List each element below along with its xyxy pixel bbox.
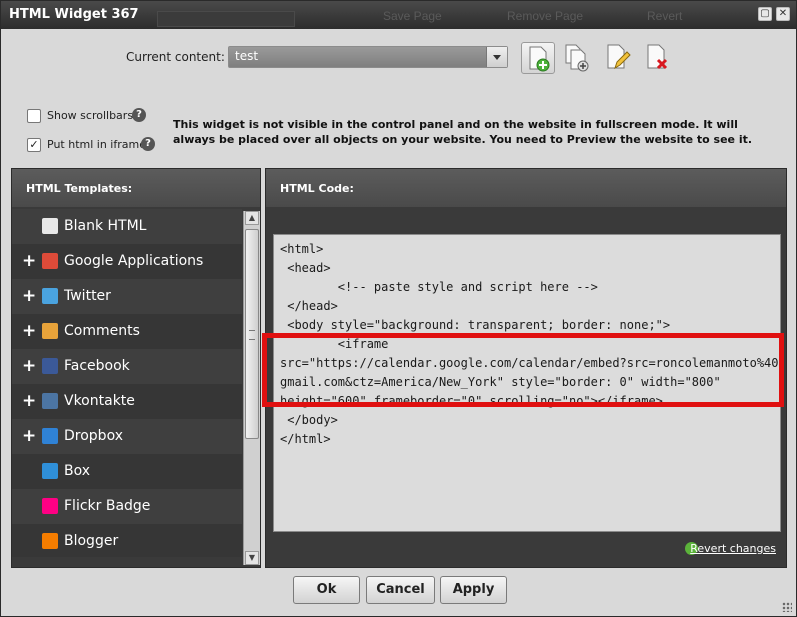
- edit-page-button[interactable]: [601, 42, 635, 74]
- box-icon: [42, 463, 58, 479]
- template-item[interactable]: Flickr Badge: [12, 489, 242, 524]
- highlight-box: [262, 333, 784, 407]
- current-content-select[interactable]: test: [228, 46, 508, 68]
- code-header-title: HTML Code:: [280, 182, 354, 195]
- template-name: Twitter: [64, 288, 111, 304]
- scrollbar-thumb[interactable]: [245, 229, 259, 439]
- twitter-icon: [42, 288, 58, 304]
- template-item[interactable]: Box: [12, 454, 242, 489]
- expand-icon[interactable]: +: [22, 286, 36, 306]
- templates-scrollbar[interactable]: ▲ ▼: [243, 211, 260, 565]
- background-revert-label: Revert: [647, 9, 683, 23]
- templates-header: HTML Templates:: [12, 169, 260, 207]
- comments-icon: [42, 323, 58, 339]
- duplicate-page-icon: [565, 44, 589, 72]
- delete-page-button[interactable]: [641, 42, 675, 74]
- google-icon: [42, 253, 58, 269]
- resize-grip-icon[interactable]: [782, 602, 792, 612]
- add-page-icon: [529, 46, 550, 72]
- revert-changes-link[interactable]: Revert changes: [690, 542, 776, 555]
- html-file-icon: [42, 218, 58, 234]
- close-button[interactable]: ✕: [776, 7, 790, 21]
- template-name: Dropbox: [64, 428, 123, 444]
- put-html-in-iframe-label: Put html in iframe: [47, 138, 146, 151]
- template-name: Blogger: [64, 533, 119, 549]
- dropbox-icon: [42, 428, 58, 444]
- help-icon[interactable]: ?: [132, 108, 146, 122]
- template-name: Box: [64, 463, 91, 479]
- template-name: Facebook: [64, 358, 130, 374]
- background-save-page-label: Save Page: [383, 9, 442, 23]
- blogger-icon: [42, 533, 58, 549]
- dialog-title: HTML Widget 367: [9, 7, 139, 22]
- add-page-button[interactable]: [521, 42, 555, 74]
- template-item[interactable]: + Comments: [12, 314, 242, 349]
- expand-icon[interactable]: +: [22, 391, 36, 411]
- templates-header-title: HTML Templates:: [26, 182, 133, 195]
- scroll-up-icon[interactable]: ▲: [245, 211, 259, 225]
- flickr-icon: [42, 498, 58, 514]
- delete-page-icon: [647, 44, 668, 70]
- expand-icon[interactable]: +: [22, 426, 36, 446]
- show-scrollbars-checkbox[interactable]: [27, 109, 41, 123]
- show-scrollbars-label: Show scrollbars: [47, 109, 134, 122]
- current-content-label: Current content:: [126, 50, 225, 64]
- facebook-icon: [42, 358, 58, 374]
- templates-list: Blank HTML + Google Applications + Twitter + C…: [12, 209, 242, 557]
- html-templates-panel: HTML Templates: Blank HTML + Google Applic…: [11, 168, 261, 568]
- cancel-button[interactable]: Cancel: [366, 576, 435, 604]
- expand-icon[interactable]: +: [22, 356, 36, 376]
- html-widget-dialog: HTML Widget 367 Save Page Remove Page Re…: [0, 0, 797, 617]
- code-header: HTML Code:: [266, 169, 786, 207]
- maximize-button[interactable]: ▢: [758, 7, 772, 21]
- help-icon[interactable]: ?: [141, 137, 155, 151]
- scroll-down-icon[interactable]: ▼: [245, 551, 259, 565]
- expand-icon[interactable]: +: [22, 321, 36, 341]
- template-name: Blank HTML: [64, 218, 147, 234]
- current-content-value: test: [235, 49, 259, 63]
- template-item[interactable]: + Facebook: [12, 349, 242, 384]
- duplicate-page-button[interactable]: [561, 42, 595, 74]
- template-item[interactable]: + Dropbox: [12, 419, 242, 454]
- template-item[interactable]: + Google Applications: [12, 244, 242, 279]
- put-html-in-iframe-checkbox[interactable]: ✓: [27, 138, 41, 152]
- background-field: [157, 11, 295, 27]
- template-item[interactable]: + Vkontakte: [12, 384, 242, 419]
- widget-notice: This widget is not visible in the contro…: [173, 118, 753, 146]
- vkontakte-icon: [42, 393, 58, 409]
- template-item[interactable]: Blank HTML: [12, 209, 242, 244]
- template-name: Comments: [64, 323, 140, 339]
- template-name: Google Applications: [64, 253, 204, 269]
- ok-button[interactable]: Ok: [293, 576, 360, 604]
- template-item[interactable]: Blogger: [12, 524, 242, 557]
- template-name: Vkontakte: [64, 393, 135, 409]
- edit-page-icon: [607, 44, 631, 70]
- chevron-down-icon[interactable]: [486, 47, 507, 67]
- apply-button[interactable]: Apply: [440, 576, 507, 604]
- template-name: Flickr Badge: [64, 498, 151, 514]
- expand-icon[interactable]: +: [22, 251, 36, 271]
- template-item[interactable]: + Twitter: [12, 279, 242, 314]
- title-bar[interactable]: HTML Widget 367 Save Page Remove Page Re…: [1, 1, 796, 29]
- background-remove-page-label: Remove Page: [507, 9, 584, 23]
